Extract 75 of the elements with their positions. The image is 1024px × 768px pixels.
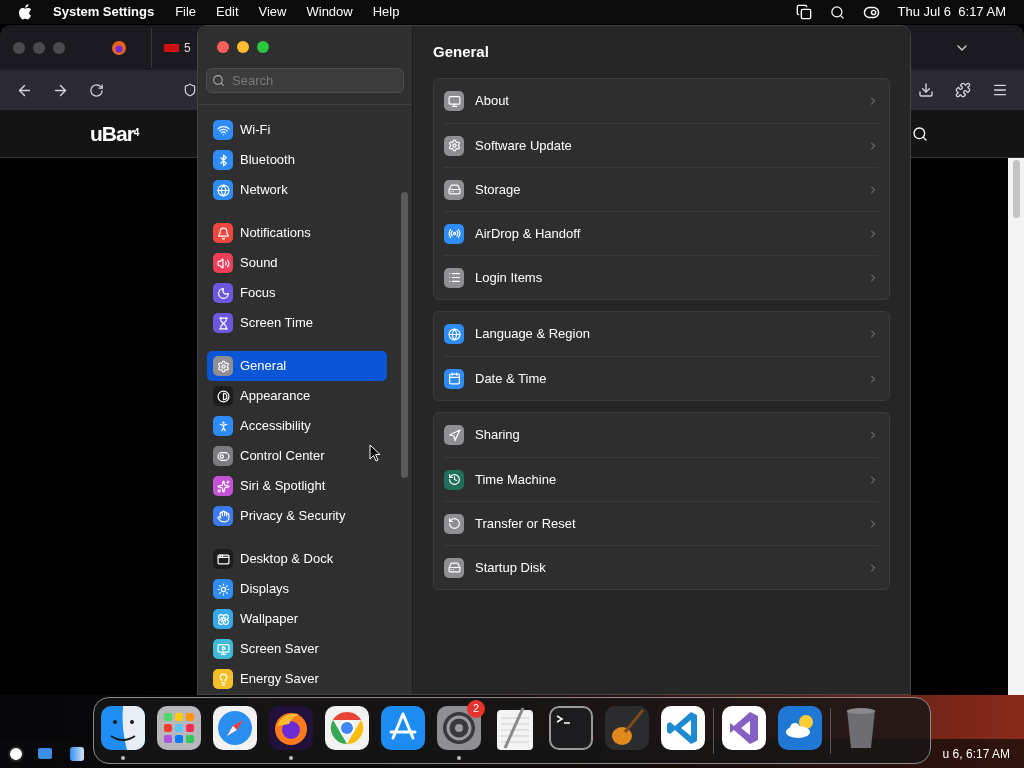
terminal-icon[interactable]: [549, 705, 593, 750]
taskbar-clock[interactable]: u 6, 6:17 AM: [942, 744, 1010, 763]
sidebar-item[interactable]: Network: [207, 175, 387, 205]
sidebar-item[interactable]: General: [207, 351, 387, 381]
guitar-icon[interactable]: [605, 705, 649, 750]
notification-badge: 2: [467, 699, 485, 718]
zoom-button[interactable]: [257, 41, 269, 53]
scrollbar[interactable]: [401, 192, 408, 478]
app-name[interactable]: System Settings: [53, 2, 155, 22]
menu-icon[interactable]: [992, 82, 1008, 98]
folder-icon[interactable]: [38, 748, 52, 759]
finder-icon[interactable]: [101, 705, 145, 750]
settings-row[interactable]: AirDrop & Handoff: [444, 211, 879, 255]
sidebar-item[interactable]: Bluetooth: [207, 145, 387, 175]
sidebar-item[interactable]: Screen Saver: [207, 634, 387, 664]
sidebar-item[interactable]: Desktop & Dock: [207, 544, 387, 574]
settings-row[interactable]: Software Update: [444, 123, 879, 167]
sidebar-item[interactable]: Wallpaper: [207, 604, 387, 634]
sidebar-item[interactable]: Accessibility: [207, 411, 387, 441]
settings-row[interactable]: Startup Disk: [444, 545, 879, 589]
settings-row[interactable]: Time Machine: [444, 457, 879, 501]
search-icon: [212, 74, 225, 87]
gear-icon[interactable]: [437, 705, 481, 750]
fox-globe-icon[interactable]: [111, 39, 127, 56]
settings-row[interactable]: Language & Region: [444, 312, 879, 356]
menu-item[interactable]: Edit: [216, 2, 239, 22]
fox-globe-icon[interactable]: [269, 705, 313, 750]
sidebar-item[interactable]: Focus: [207, 278, 387, 308]
sidebar-item[interactable]: Notifications: [207, 218, 387, 248]
menu-item[interactable]: View: [258, 2, 287, 22]
settings-row[interactable]: Date & Time: [444, 356, 879, 400]
app-store-icon[interactable]: [381, 705, 425, 750]
chrome-icon[interactable]: [325, 705, 369, 750]
apple-logo-icon[interactable]: [18, 4, 32, 20]
finder-icon[interactable]: [70, 746, 84, 761]
compass-icon[interactable]: [213, 705, 257, 750]
sidebar-item[interactable]: Sound: [207, 248, 387, 278]
download-icon[interactable]: [918, 82, 934, 98]
site-logo[interactable]: uBar$^{4}$: [90, 117, 139, 150]
sidebar-item[interactable]: Wi-Fi: [207, 115, 387, 145]
settings-row[interactable]: Transfer or Reset: [444, 501, 879, 545]
minimize-button[interactable]: [237, 41, 249, 53]
shield-icon[interactable]: [183, 83, 197, 97]
search-icon[interactable]: [912, 125, 928, 142]
sidebar-item[interactable]: Displays: [207, 574, 387, 604]
cursor-icon: [369, 444, 381, 462]
pane-title: General: [433, 41, 489, 62]
settings-row[interactable]: Sharing: [444, 413, 879, 457]
menu-bar-clock[interactable]: Thu Jul 6 6:17 AM: [897, 2, 1006, 22]
close-button[interactable]: [217, 41, 229, 53]
screen-mirroring-icon[interactable]: [795, 4, 812, 20]
launchpad-icon[interactable]: [157, 705, 201, 750]
sidebar-item[interactable]: Energy Saver: [207, 664, 387, 694]
sidebar-item[interactable]: Privacy & Security: [207, 501, 387, 531]
settings-row[interactable]: Login Items: [444, 255, 879, 299]
menu-item[interactable]: File: [175, 2, 197, 22]
tab-title[interactable]: 5: [184, 38, 191, 57]
infinity-logo-icon[interactable]: [722, 705, 766, 750]
sidebar-item[interactable]: Siri & Spotlight: [207, 471, 387, 501]
sidebar-item[interactable]: Screen Time: [207, 308, 387, 338]
reload-icon[interactable]: [89, 82, 104, 98]
search-icon[interactable]: [829, 4, 845, 20]
sidebar-item[interactable]: Control Center: [207, 441, 387, 471]
hd-badge-icon: [164, 43, 179, 52]
settings-row[interactable]: About: [444, 79, 879, 123]
menu-item[interactable]: Window: [306, 2, 353, 22]
ubar-logo-icon[interactable]: [8, 745, 24, 762]
menu-item[interactable]: Help: [372, 2, 400, 22]
settings-row[interactable]: Storage: [444, 167, 879, 211]
sidebar-item[interactable]: Appearance: [207, 381, 387, 411]
cloud-sun-icon[interactable]: [778, 705, 822, 750]
search-field[interactable]: Search: [206, 68, 404, 93]
code-editor-icon[interactable]: [661, 705, 705, 750]
page-scrollbar[interactable]: [1008, 158, 1024, 695]
puzzle-icon[interactable]: [955, 82, 971, 98]
